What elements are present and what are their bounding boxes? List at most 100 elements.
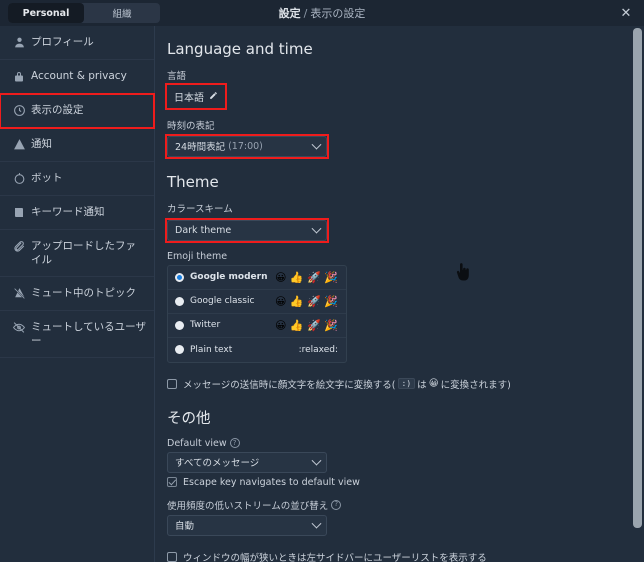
section-title-language-and-time: Language and time [167, 40, 313, 58]
sidebar-item-display-settings[interactable]: 表示の設定 [0, 93, 155, 129]
tab-organization[interactable]: 組織 [84, 3, 160, 23]
user-icon [10, 35, 28, 49]
userlist-sidebar-checkbox[interactable] [167, 551, 177, 562]
help-icon[interactable]: ? [229, 438, 240, 448]
emoji-option-twitter[interactable]: Twitter 😀 👍 🚀 🎉 [168, 314, 346, 338]
default-view-select[interactable]: すべてのメッセージ [167, 451, 327, 473]
emoticon-conversion-label-before: メッセージの送信時に顔文字を絵文字に変換する( [183, 379, 396, 391]
emoji-option-google-modern-label: Google modern [190, 272, 268, 282]
sidebar-item-uploaded-files-label: アップロードしたファイル [31, 240, 136, 266]
emoji-preview-google-modern: 😀 👍 🚀 🎉 [274, 270, 338, 284]
emoji-theme-options: Google modern 😀 👍 🚀 🎉 Google classic 😀 👍… [167, 264, 347, 363]
sidebar-item-profile[interactable]: プロフィール [0, 26, 154, 60]
sidebar-item-muted-users-label: ミュートしているユーザー [31, 321, 146, 347]
lock-icon [10, 69, 28, 83]
window-topbar: Personal 組織 設定 / 表示の設定 ✕ [0, 0, 644, 26]
sidebar-item-notifications-label: 通知 [31, 138, 52, 150]
settings-window: Personal 組織 設定 / 表示の設定 ✕ プロフィール Account … [0, 0, 644, 562]
sidebar-item-alert-words-label: キーワード通知 [31, 206, 105, 218]
sidebar-item-bots-label: ボット [31, 172, 63, 184]
emoticon-code-chip: :) [397, 378, 416, 389]
language-value-text: 日本語 [174, 93, 204, 104]
chevron-down-icon [311, 223, 322, 234]
paperclip-icon [10, 239, 28, 253]
emoji-option-google-modern[interactable]: Google modern 😀 👍 🚀 🎉 [168, 266, 346, 290]
sidebar-item-bots[interactable]: ボット [0, 162, 154, 196]
sidebar-item-muted-users[interactable]: ミュートしているユーザー [0, 311, 154, 358]
close-icon[interactable]: ✕ [618, 5, 634, 21]
emoticon-conversion-checkbox-row[interactable]: メッセージの送信時に顔文字を絵文字に変換する( :) は 😀 に変換されます) [167, 377, 644, 391]
emoticon-conversion-checkbox[interactable] [167, 378, 177, 389]
language-value-button[interactable]: 日本語 [167, 85, 225, 108]
vertical-scrollbar[interactable] [633, 28, 642, 556]
settings-sidebar: プロフィール Account & privacy 表示の設定 通知 ボット キー… [0, 26, 155, 562]
emoji-option-twitter-label: Twitter [190, 320, 221, 330]
section-title-other: その他 [167, 410, 211, 427]
time-format-value: 24時間表記 [175, 142, 226, 153]
emoji-preview-google-classic: 😀 👍 🚀 🎉 [274, 294, 338, 308]
tab-personal[interactable]: Personal [8, 3, 84, 23]
scrollbar-thumb[interactable] [633, 28, 642, 528]
default-view-field-label: Default view ? [167, 438, 644, 449]
breadcrumb-root: 設定 [278, 7, 301, 20]
sidebar-item-notifications[interactable]: 通知 [0, 128, 154, 162]
sidebar-item-muted-topics[interactable]: ミュート中のトピック [0, 277, 154, 311]
time-format-field-label-text: 時刻の表記 [167, 121, 215, 132]
sidebar-item-uploaded-files[interactable]: アップロードしたファイル [0, 230, 154, 277]
time-format-field-label: 時刻の表記 [167, 118, 644, 132]
help-icon[interactable]: ? [331, 499, 342, 510]
sidebar-item-profile-label: プロフィール [31, 36, 94, 48]
stream-sort-value: 自動 [175, 521, 195, 532]
sidebar-item-display-settings-label: 表示の設定 [31, 104, 84, 116]
bot-icon [10, 171, 28, 185]
pencil-icon [209, 91, 218, 103]
sidebar-item-account-privacy[interactable]: Account & privacy [0, 60, 154, 94]
language-field-label: 言語 [167, 68, 644, 82]
radio-google-modern[interactable] [175, 272, 184, 282]
emoji-option-google-classic-label: Google classic [190, 296, 255, 306]
radio-plain-text[interactable] [175, 345, 184, 354]
emoji-option-google-classic[interactable]: Google classic 😀 👍 🚀 🎉 [168, 290, 346, 314]
escape-key-label: Escape key navigates to default view [183, 476, 360, 488]
emoticon-conversion-label-middle: は [417, 379, 427, 391]
stream-sort-field-label-text: 使用頻度の低いストリームの並び替え [167, 500, 329, 512]
time-format-select[interactable]: 24時間表記 (17:00) [167, 135, 327, 157]
stream-sort-field-label: 使用頻度の低いストリームの並び替え ? [167, 498, 644, 512]
radio-twitter[interactable] [175, 320, 184, 330]
radio-google-classic[interactable] [175, 296, 184, 306]
escape-key-checkbox[interactable] [167, 477, 177, 487]
stream-sort-select[interactable]: 自動 [167, 514, 327, 536]
breadcrumb-current: 表示の設定 [310, 7, 366, 20]
eye-off-icon [10, 320, 28, 334]
chevron-down-icon [311, 455, 322, 466]
scope-tab-switcher[interactable]: Personal 組織 [8, 3, 160, 23]
close-icon-glyph: ✕ [620, 5, 632, 21]
sidebar-item-alert-words[interactable]: キーワード通知 [0, 196, 154, 230]
bell-icon [10, 137, 28, 151]
colorscheme-field-label: カラースキーム [167, 201, 644, 215]
colorscheme-highlight: Dark theme [165, 217, 329, 243]
breadcrumb-separator: / [303, 6, 308, 20]
emoji-option-plain-text-label: Plain text [190, 344, 233, 355]
time-format-example: (17:00) [228, 140, 263, 152]
clock-icon [10, 103, 28, 117]
emoticon-conversion-label-after: に変換されます) [440, 379, 511, 391]
mute-bell-icon [10, 286, 28, 300]
colorscheme-value: Dark theme [175, 224, 232, 236]
chevron-down-icon [311, 139, 322, 150]
tab-organization-label: 組織 [112, 9, 132, 20]
emoji-option-plain-text[interactable]: Plain text :relaxed: [168, 338, 346, 362]
time-format-highlight: 24時間表記 (17:00) [165, 133, 329, 159]
emoji-preview-twitter: 😀 👍 🚀 🎉 [274, 318, 338, 332]
default-view-value: すべてのメッセージ [175, 458, 260, 469]
userlist-sidebar-checkbox-row[interactable]: ウィンドウの幅が狭いときは左サイドバーにユーザーリストを表示する [167, 550, 644, 562]
chevron-down-icon [311, 518, 322, 529]
tab-personal-label: Personal [22, 7, 70, 19]
colorscheme-select[interactable]: Dark theme [167, 219, 327, 241]
default-view-field-label-text: Default view [167, 437, 227, 449]
colorscheme-field-label-text: カラースキーム [167, 203, 233, 215]
emoji-preview-plain-text: :relaxed: [298, 344, 338, 355]
sidebar-item-account-privacy-label: Account & privacy [31, 70, 127, 82]
escape-key-checkbox-row[interactable]: Escape key navigates to default view [167, 477, 644, 488]
emoticon-result-emoji: 😀 [428, 378, 439, 389]
